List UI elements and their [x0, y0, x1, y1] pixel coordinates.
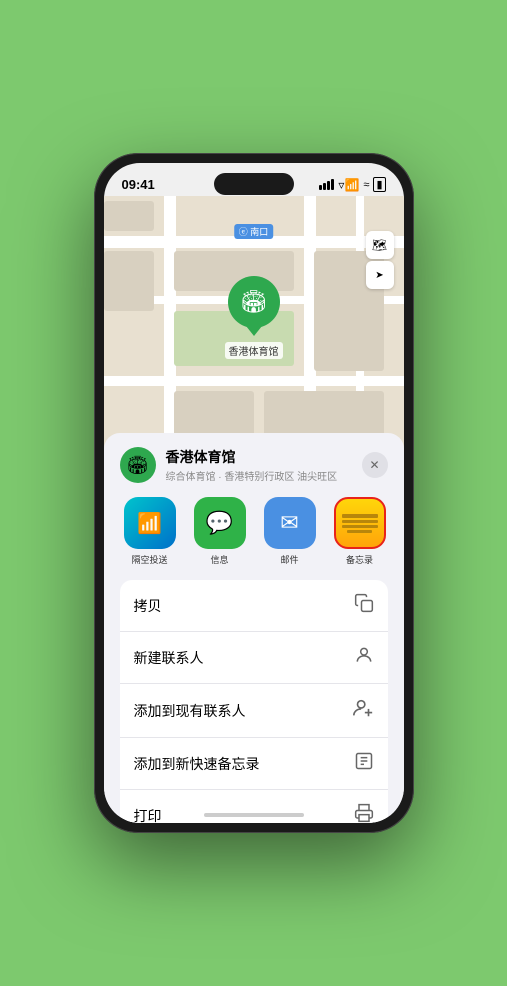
signal-bar-1	[319, 185, 322, 190]
share-item-mail[interactable]: ✉ 邮件	[260, 497, 320, 566]
share-row: 📶 隔空投送 💬 信息 ✉ 邮件	[120, 497, 388, 566]
messages-icon-box: 💬	[194, 497, 246, 549]
messages-label: 信息	[210, 553, 228, 566]
quick-note-icon	[354, 751, 374, 776]
map-block-6	[104, 251, 154, 311]
battery-icon: ▮	[373, 177, 385, 192]
new-contact-label: 新建联系人	[134, 648, 204, 668]
signal-bar-4	[331, 179, 334, 190]
dynamic-island	[214, 173, 294, 195]
pin-stadium-icon: 🏟	[240, 289, 268, 315]
map-label-text: 南口	[250, 227, 268, 237]
notes-line-top	[342, 514, 378, 518]
messages-icon: 💬	[206, 510, 233, 536]
print-label: 打印	[134, 806, 162, 824]
phone-frame: 09:41 ▿📶 ≈ ▮	[94, 153, 414, 833]
copy-label: 拷贝	[134, 596, 162, 616]
sheet-header: 🏟 香港体育馆 综合体育馆 · 香港特别行政区 油尖旺区 ✕	[120, 447, 388, 483]
quick-note-label: 添加到新快速备忘录	[134, 754, 260, 774]
notes-icon-box	[334, 497, 386, 549]
share-item-airdrop[interactable]: 📶 隔空投送	[120, 497, 180, 566]
action-print[interactable]: 打印	[120, 790, 388, 823]
pin-label: 香港体育馆	[225, 342, 283, 359]
notes-line-2	[342, 520, 378, 523]
new-contact-icon	[354, 645, 374, 670]
share-item-messages[interactable]: 💬 信息	[190, 497, 250, 566]
action-list: 拷贝 新建联系人 添加到现有联系人	[120, 580, 388, 823]
wifi-symbol: ≈	[363, 179, 369, 191]
map-type-button[interactable]: 🗺	[366, 231, 394, 259]
action-add-contact[interactable]: 添加到现有联系人	[120, 684, 388, 738]
bottom-sheet: 🏟 香港体育馆 综合体育馆 · 香港特别行政区 油尖旺区 ✕ 📶 隔空投送	[104, 433, 404, 823]
venue-icon: 🏟	[120, 447, 156, 483]
copy-icon	[354, 593, 374, 618]
mail-label: 邮件	[280, 553, 298, 566]
airdrop-icon: 📶	[137, 511, 162, 536]
status-time: 09:41	[122, 177, 155, 192]
wifi-icon: ▿📶	[338, 178, 359, 192]
notes-line-3	[342, 525, 378, 528]
mail-icon: ✉	[280, 510, 298, 536]
venue-subtitle: 综合体育馆 · 香港特别行政区 油尖旺区	[166, 468, 352, 483]
venue-info: 香港体育馆 综合体育馆 · 香港特别行政区 油尖旺区	[166, 447, 352, 483]
pin-circle: 🏟	[228, 276, 280, 328]
map-controls: 🗺 ➤	[366, 231, 394, 289]
signal-bar-3	[327, 181, 330, 190]
action-new-contact[interactable]: 新建联系人	[120, 632, 388, 684]
location-button[interactable]: ➤	[366, 261, 394, 289]
location-pin: 🏟 香港体育馆	[225, 276, 283, 359]
airdrop-icon-box: 📶	[124, 497, 176, 549]
add-contact-label: 添加到现有联系人	[134, 701, 246, 721]
phone-screen: 09:41 ▿📶 ≈ ▮	[104, 163, 404, 823]
signal-bars-icon	[319, 179, 334, 190]
print-icon	[354, 803, 374, 823]
venue-name: 香港体育馆	[166, 447, 352, 467]
notes-label: 备忘录	[346, 553, 373, 566]
map-label: ⓔ 南口	[234, 224, 274, 239]
signal-bar-2	[323, 183, 326, 190]
airdrop-label: 隔空投送	[131, 553, 167, 566]
close-button[interactable]: ✕	[362, 452, 388, 478]
status-icons: ▿📶 ≈ ▮	[319, 177, 385, 192]
mail-icon-box: ✉	[264, 497, 316, 549]
home-indicator	[204, 813, 304, 817]
add-contact-icon	[352, 697, 374, 724]
share-item-notes[interactable]: 备忘录	[330, 497, 388, 566]
notes-line-4	[347, 530, 372, 533]
map-label-prefix: ⓔ	[239, 227, 251, 237]
action-copy[interactable]: 拷贝	[120, 580, 388, 632]
action-quick-note[interactable]: 添加到新快速备忘录	[120, 738, 388, 790]
map-block-5	[104, 201, 154, 231]
